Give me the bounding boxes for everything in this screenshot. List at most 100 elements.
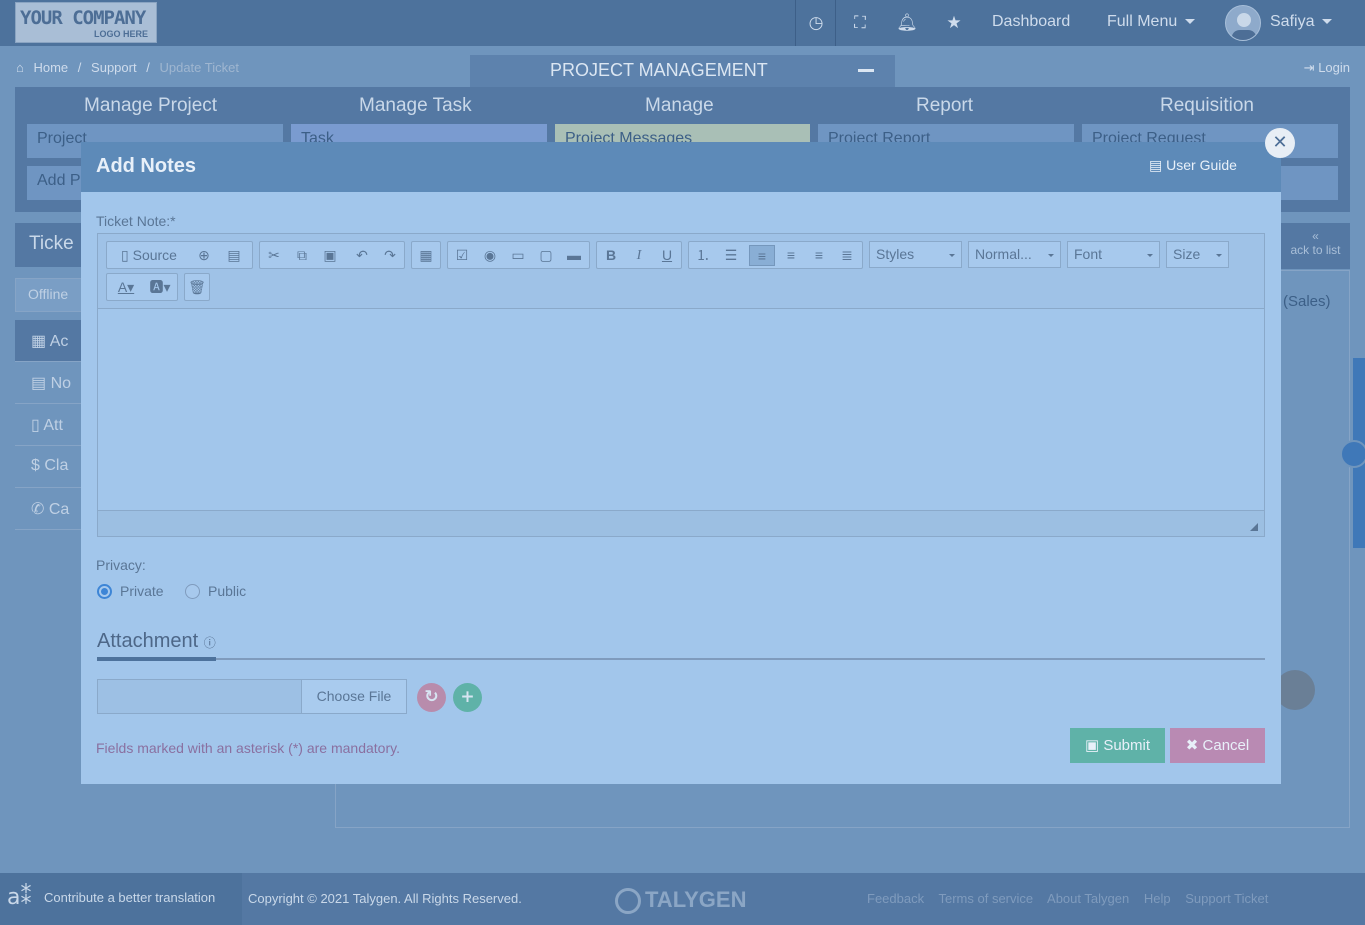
footer-link-support-ticket[interactable]: Support Ticket xyxy=(1185,891,1268,906)
resize-handle-icon[interactable] xyxy=(1250,523,1258,531)
dashboard-link[interactable]: Dashboard xyxy=(992,13,1070,31)
contribute-translation[interactable]: a⁑ Contribute a better translation xyxy=(0,873,242,925)
textarea-icon[interactable]: ▢ xyxy=(535,245,557,266)
reset-icon[interactable]: ↻ xyxy=(417,683,446,712)
cancel-button[interactable]: ✖ Cancel xyxy=(1170,728,1265,763)
privacy-public-label[interactable]: Public xyxy=(208,583,246,599)
document-icon: ▤ xyxy=(31,375,51,392)
bold-icon[interactable]: B xyxy=(600,245,622,266)
home-icon[interactable]: ⌂ xyxy=(16,60,24,75)
add-attachment-icon[interactable]: + xyxy=(453,683,482,712)
login-link[interactable]: ⇥ Login xyxy=(1304,60,1350,76)
toolbar-group-controls: ☑ ◉ ▭ ▢ ▬ xyxy=(447,241,590,269)
note-editor-area[interactable] xyxy=(98,310,1264,510)
footer-link-help[interactable]: Help xyxy=(1144,891,1171,906)
toolbar-group-clipboard: ✂ ⧉ ▣ ↶ ↷ xyxy=(259,241,405,269)
avatar[interactable] xyxy=(1225,5,1261,41)
source-label: Source xyxy=(132,247,177,263)
company-logo[interactable]: YOUR COMPANY LOGO HERE xyxy=(15,2,157,43)
background-color-icon[interactable]: 🅰︎▾ xyxy=(145,277,175,298)
help-icon[interactable]: ⓘ xyxy=(204,636,216,650)
text-color-icon[interactable]: A▾ xyxy=(111,277,141,298)
dollar-icon: $ xyxy=(31,457,45,474)
attachment-title: Attachment ⓘ xyxy=(97,630,216,653)
justify-icon[interactable]: ≣ xyxy=(836,245,858,266)
contribute-label: Contribute a better translation xyxy=(44,890,216,905)
sales-label: (Sales) xyxy=(1283,293,1331,310)
form-icon[interactable]: ▦ xyxy=(415,245,437,266)
trash-icon[interactable]: 🗑︎ xyxy=(187,277,207,298)
user-avatar-icon xyxy=(1232,13,1256,40)
button-control-icon[interactable]: ▬ xyxy=(563,245,585,266)
left-nav-label: Att xyxy=(43,417,63,434)
footer-brand: TALYGEN xyxy=(615,887,746,915)
numbered-list-icon[interactable]: ⒈ xyxy=(692,245,714,266)
underline-icon[interactable]: U xyxy=(656,245,678,266)
submit-button[interactable]: ▣ Submit xyxy=(1070,728,1165,763)
left-nav-label: Ca xyxy=(48,501,70,518)
bulleted-list-icon[interactable]: ☰ xyxy=(720,245,742,266)
menu-column-report: Report xyxy=(916,95,974,116)
talygen-logo-icon xyxy=(615,888,641,915)
back-to-list-label: ack to list xyxy=(1290,243,1341,257)
clock-icon[interactable]: ◷ xyxy=(805,12,827,34)
save-icon: ▣ xyxy=(1084,737,1104,754)
privacy-private-radio[interactable] xyxy=(97,584,112,599)
module-tab[interactable]: PROJECT MANAGEMENT xyxy=(470,55,895,87)
textfield-icon[interactable]: ▭ xyxy=(507,245,529,266)
undo-icon[interactable]: ↶ xyxy=(351,245,373,266)
file-name-field[interactable] xyxy=(97,679,302,714)
source-button[interactable]: ▯ Source xyxy=(111,245,187,266)
cut-icon[interactable]: ✂ xyxy=(263,245,285,266)
fullscreen-icon[interactable]: ⛶ xyxy=(849,12,871,34)
preview-icon[interactable]: ⊕ xyxy=(193,245,215,266)
bell-icon[interactable]: 🔔︎ xyxy=(896,12,918,34)
add-notes-modal: Add Notes ▤ User Guide Ticket Note:* ▯ S… xyxy=(81,142,1281,784)
full-menu-dropdown[interactable]: Full Menu xyxy=(1107,13,1196,31)
source-icon: ▯ xyxy=(121,247,133,263)
user-menu[interactable]: Safiya xyxy=(1270,13,1333,31)
file-icon: ▯ xyxy=(31,417,44,434)
footer-link-terms[interactable]: Terms of service xyxy=(938,891,1033,906)
arrow-left-circle-icon[interactable] xyxy=(1340,440,1365,468)
styles-dropdown[interactable]: Styles xyxy=(869,241,962,268)
toolbar-group-document: ▯ Source ⊕ ▤ xyxy=(106,241,253,269)
attachment-title-text: Attachment xyxy=(97,630,199,652)
filter-circle-icon[interactable] xyxy=(1275,670,1315,710)
menu-column-manage: Manage xyxy=(645,95,714,116)
choose-file-button[interactable]: Choose File xyxy=(301,679,407,714)
breadcrumb-current: Update Ticket xyxy=(159,60,239,75)
translate-icon: a⁑ xyxy=(7,885,32,910)
format-dropdown[interactable]: Normal... xyxy=(968,241,1061,268)
font-dropdown[interactable]: Font xyxy=(1067,241,1160,268)
modal-title: Add Notes xyxy=(96,155,196,177)
breadcrumb-home[interactable]: Home xyxy=(33,60,68,75)
modal-close-icon[interactable]: ✕ xyxy=(1265,128,1295,158)
align-left-icon[interactable]: ≡ xyxy=(749,245,775,266)
footer-link-feedback[interactable]: Feedback xyxy=(867,891,924,906)
modal-header: Add Notes ▤ User Guide xyxy=(81,142,1281,192)
footer-link-about[interactable]: About Talygen xyxy=(1047,891,1129,906)
privacy-private-label[interactable]: Private xyxy=(120,583,164,599)
minimize-icon[interactable] xyxy=(858,69,874,72)
align-center-icon[interactable]: ≡ xyxy=(780,245,802,266)
size-dropdown[interactable]: Size xyxy=(1166,241,1229,268)
align-right-icon[interactable]: ≡ xyxy=(808,245,830,266)
star-icon[interactable]: ★ xyxy=(943,12,965,34)
italic-icon[interactable]: I xyxy=(628,245,650,266)
calendar-icon: ▦ xyxy=(31,333,50,350)
copy-icon[interactable]: ⧉ xyxy=(291,245,313,266)
templates-icon[interactable]: ▤ xyxy=(223,245,245,266)
menu-column-requisition: Requisition xyxy=(1160,95,1254,116)
checkbox-icon[interactable]: ☑ xyxy=(451,245,473,266)
user-guide-link[interactable]: ▤ User Guide xyxy=(1149,157,1237,174)
back-to-list-button[interactable]: «ack to list xyxy=(1281,223,1350,269)
breadcrumb-support[interactable]: Support xyxy=(91,60,137,75)
toolbar-group-tools: 🗑︎ xyxy=(184,273,210,301)
toolbar-group-form: ▦ xyxy=(411,241,441,269)
paste-icon[interactable]: ▣ xyxy=(319,245,341,266)
redo-icon[interactable]: ↷ xyxy=(379,245,401,266)
radio-icon[interactable]: ◉ xyxy=(479,245,501,266)
ticket-note-label: Ticket Note:* xyxy=(96,213,176,229)
privacy-public-radio[interactable] xyxy=(185,584,200,599)
